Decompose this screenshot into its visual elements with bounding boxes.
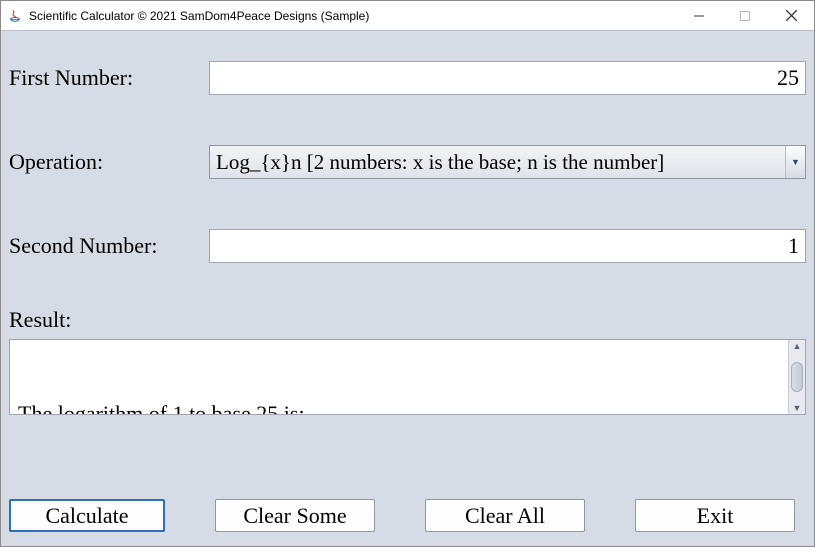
first-number-row: First Number: <box>9 61 806 95</box>
application-window: Scientific Calculator © 2021 SamDom4Peac… <box>0 0 815 547</box>
result-text: The logarithm of 1 to base 25 is: 0 <box>10 340 788 414</box>
first-number-input[interactable] <box>209 61 806 95</box>
close-button[interactable] <box>768 1 814 30</box>
clear-all-button[interactable]: Clear All <box>425 499 585 532</box>
result-line-1: The logarithm of 1 to base 25 is: <box>18 400 780 414</box>
scroll-down-icon[interactable]: ▼ <box>793 403 802 413</box>
second-number-label: Second Number: <box>9 233 209 259</box>
operation-row: Operation: Log_{x}n [2 numbers: x is the… <box>9 145 806 179</box>
second-number-input[interactable] <box>209 229 806 263</box>
maximize-button <box>722 1 768 30</box>
scroll-thumb[interactable] <box>791 351 803 403</box>
minimize-button[interactable] <box>676 1 722 30</box>
operation-select[interactable]: Log_{x}n [2 numbers: x is the base; n is… <box>209 145 806 179</box>
result-textarea[interactable]: The logarithm of 1 to base 25 is: 0 ▲ ▼ <box>9 339 806 415</box>
scroll-up-icon[interactable]: ▲ <box>793 341 802 351</box>
result-scrollbar[interactable]: ▲ ▼ <box>788 340 805 414</box>
second-number-row: Second Number: <box>9 229 806 263</box>
operation-selected-text: Log_{x}n [2 numbers: x is the base; n is… <box>216 150 664 175</box>
exit-button[interactable]: Exit <box>635 499 795 532</box>
operation-label: Operation: <box>9 149 209 175</box>
result-label: Result: <box>9 307 806 333</box>
first-number-label: First Number: <box>9 65 209 91</box>
java-app-icon <box>7 8 23 24</box>
window-title: Scientific Calculator © 2021 SamDom4Peac… <box>29 9 676 23</box>
button-row: Calculate Clear Some Clear All Exit <box>9 499 806 536</box>
titlebar: Scientific Calculator © 2021 SamDom4Peac… <box>1 1 814 31</box>
clear-some-button[interactable]: Clear Some <box>215 499 375 532</box>
window-controls <box>676 1 814 30</box>
content-panel: First Number: Operation: Log_{x}n [2 num… <box>1 31 814 546</box>
calculate-button[interactable]: Calculate <box>9 499 165 532</box>
chevron-down-icon: ▼ <box>785 146 805 178</box>
